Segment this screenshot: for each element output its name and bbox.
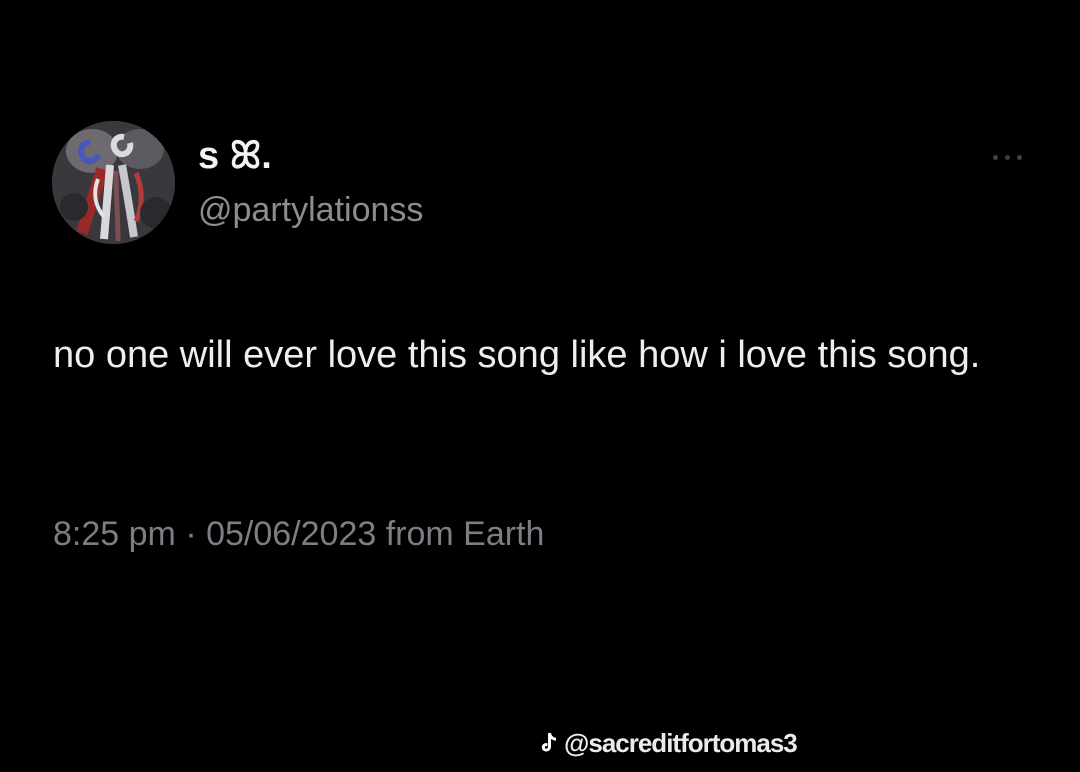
- watermark-text: @sacreditfortomas3: [564, 728, 798, 758]
- tweet-date[interactable]: 05/06/2023: [206, 515, 376, 553]
- tweet-text: no one will ever love this song like how…: [53, 334, 981, 376]
- avatar-image: [52, 121, 175, 244]
- meta-separator: ·: [185, 515, 197, 553]
- tweet-time[interactable]: 8:25 pm: [53, 515, 176, 553]
- watermark: @sacreditfortomas3: [540, 726, 798, 760]
- tiktok-icon: [541, 733, 556, 752]
- display-name[interactable]: s ꕤ.: [198, 134, 272, 178]
- tweet-meta: 8:25 pm · 05/06/2023 from Earth: [53, 513, 544, 555]
- ellipsis-icon[interactable]: [990, 150, 1026, 164]
- avatar[interactable]: [52, 121, 175, 244]
- tweet-source: from Earth: [385, 515, 545, 553]
- user-handle[interactable]: @partylationss: [198, 190, 423, 230]
- tweet-card: s ꕤ. @partylationss no one will ever lov…: [0, 0, 1080, 772]
